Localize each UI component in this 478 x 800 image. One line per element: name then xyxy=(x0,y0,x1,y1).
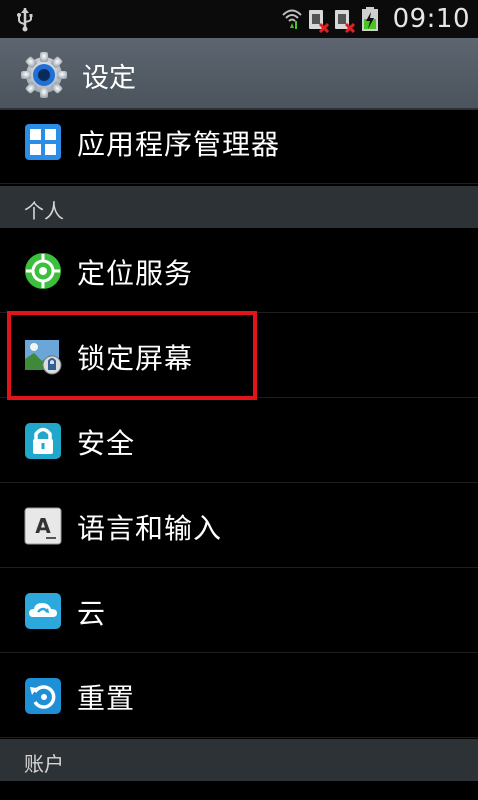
battery-charging-icon xyxy=(361,7,378,31)
list-item-language-input[interactable]: A 语言和输入 xyxy=(0,483,478,568)
list-item-location-services[interactable]: 定位服务 xyxy=(0,228,478,313)
list-item-label: 应用程序管理器 xyxy=(77,128,281,161)
list-item-app-manager[interactable]: 应用程序管理器 xyxy=(0,99,478,184)
section-header-label: 个人 xyxy=(24,199,64,223)
cloud-sync-icon xyxy=(25,593,61,629)
wifi-icon xyxy=(281,9,302,29)
page-title: 设定 xyxy=(82,63,136,94)
list-item-label: 安全 xyxy=(77,427,136,460)
reset-icon xyxy=(25,678,61,714)
list-item-label: 定位服务 xyxy=(77,257,194,290)
padlock-icon xyxy=(25,423,61,459)
highlight-box xyxy=(7,311,257,400)
status-clock: 09:10 xyxy=(392,4,470,34)
list-item-security[interactable]: 安全 xyxy=(0,398,478,483)
app-grid-icon xyxy=(25,124,61,160)
list-item-label: 语言和输入 xyxy=(77,512,223,545)
status-bar: 09:10 xyxy=(0,0,478,38)
location-target-icon xyxy=(25,253,61,289)
list-item-label: 云 xyxy=(77,597,107,630)
keyboard-a-icon: A xyxy=(24,507,62,545)
gear-icon[interactable] xyxy=(20,51,68,99)
section-header-personal: 个人 xyxy=(0,186,478,228)
sim-no-signal-icon xyxy=(334,10,355,33)
list-item-reset[interactable]: 重置 xyxy=(0,653,478,738)
svg-text:A: A xyxy=(35,514,51,538)
sim-no-signal-icon xyxy=(308,10,329,33)
usb-icon xyxy=(17,8,33,32)
section-header-accounts: 账户 xyxy=(0,739,478,781)
list-item-label: 重置 xyxy=(77,682,136,715)
list-item-cloud[interactable]: 云 xyxy=(0,568,478,653)
section-header-label: 账户 xyxy=(24,752,64,776)
